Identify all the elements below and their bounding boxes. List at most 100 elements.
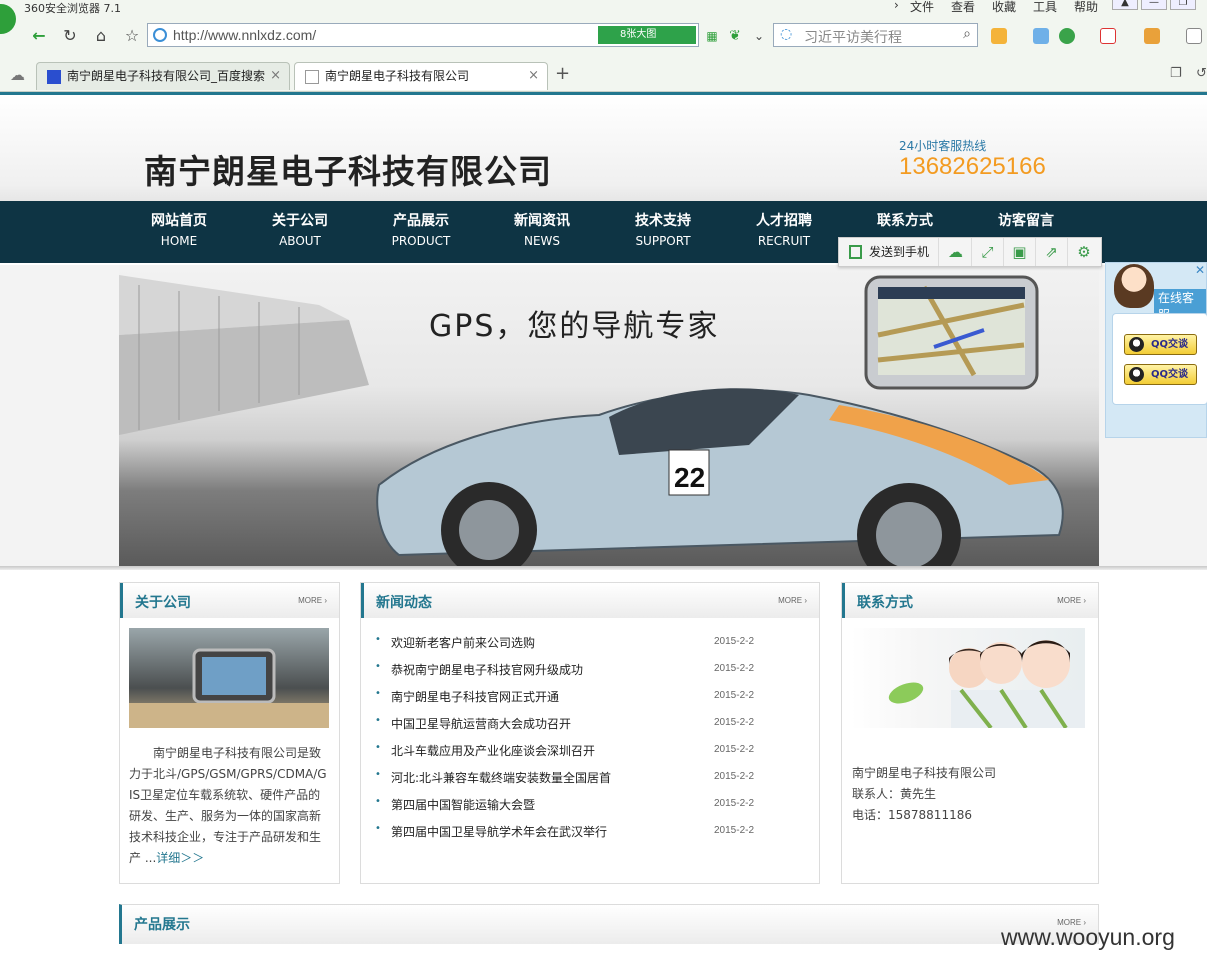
- browser-name: 360安全浏览器 7.1: [24, 2, 121, 15]
- leaf-icon[interactable]: ❦: [723, 25, 747, 47]
- maximize-button[interactable]: ❐: [1170, 0, 1196, 10]
- qq-label: QQ交谈: [1151, 339, 1189, 350]
- nav-about[interactable]: 关于公司 ABOUT: [250, 210, 350, 248]
- nav-news[interactable]: 新闻资讯 NEWS: [492, 210, 592, 248]
- menu-arrow-icon[interactable]: ›: [894, 0, 899, 12]
- news-title[interactable]: 第四届中国卫星导航学术年会在武汉举行: [391, 823, 607, 840]
- menu-file[interactable]: 文件: [910, 0, 934, 15]
- nav-support[interactable]: 技术支持 SUPPORT: [613, 210, 713, 248]
- menu-tools[interactable]: 工具: [1033, 0, 1057, 15]
- news-title[interactable]: 南宁朗星电子科技官网正式开通: [391, 688, 559, 705]
- tab-company-site[interactable]: 南宁朗星电子科技有限公司 ×: [294, 62, 548, 90]
- web-page: 南宁朗星电子科技有限公司 24小时客服热线 13682625166 网站首页 H…: [0, 92, 1207, 967]
- adblock-icon[interactable]: [1100, 28, 1116, 44]
- nav-recruit[interactable]: 人才招聘 RECRUIT: [734, 210, 834, 248]
- search-engine-icon[interactable]: ◌: [780, 26, 792, 42]
- address-bar[interactable]: http://www.nnlxdz.com/ 8张大图: [147, 23, 699, 47]
- more-link[interactable]: MORE ›: [1057, 596, 1086, 605]
- settings-icon[interactable]: ⚙: [1068, 238, 1100, 266]
- nav-contact[interactable]: 联系方式: [855, 210, 955, 234]
- send-label: 发送到手机: [869, 245, 930, 259]
- home-icon[interactable]: ⌂: [89, 25, 113, 47]
- search-icon[interactable]: ⌕: [963, 26, 971, 42]
- news-item[interactable]: • 中国卫星导航运营商大会成功召开 2015-2-2: [375, 715, 765, 742]
- cloud-icon[interactable]: ☁: [10, 66, 25, 84]
- qr-icon[interactable]: ▦: [700, 25, 724, 47]
- skin-button[interactable]: ▲: [1112, 0, 1138, 10]
- news-box-header: 新闻动态 MORE ›: [361, 583, 819, 618]
- share-icon[interactable]: ⇗: [1036, 238, 1068, 266]
- customer-service-photo: [851, 628, 1085, 728]
- news-title[interactable]: 中国卫星导航运营商大会成功召开: [391, 715, 571, 732]
- more-link[interactable]: MORE ›: [778, 596, 807, 605]
- news-item[interactable]: • 第四届中国智能运输大会暨 2015-2-2: [375, 796, 765, 823]
- news-title[interactable]: 恭祝南宁朗星电子科技官网升级成功: [391, 661, 583, 678]
- nav-toolbar: ← ↻ ⌂ ☆ http://www.nnlxdz.com/ 8张大图 ▦ ❦ …: [0, 20, 1207, 52]
- minimize-button[interactable]: —: [1141, 0, 1167, 10]
- url-text[interactable]: http://www.nnlxdz.com/: [173, 27, 316, 43]
- new-tab-icon[interactable]: +: [555, 63, 570, 84]
- menu-view[interactable]: 查看: [951, 0, 975, 15]
- menu-help[interactable]: 帮助: [1074, 0, 1098, 15]
- menu-favorites[interactable]: 收藏: [992, 0, 1016, 15]
- news-item[interactable]: • 南宁朗星电子科技官网正式开通 2015-2-2: [375, 688, 765, 715]
- refresh-icon[interactable]: ↻: [58, 25, 82, 47]
- contact-details: 南宁朗星电子科技有限公司 联系人：黄先生 电话：15878811186: [852, 763, 996, 826]
- news-item[interactable]: • 河北:北斗兼容车载终端安装数量全国居首 2015-2-2: [375, 769, 765, 796]
- close-icon[interactable]: ✕: [1195, 263, 1205, 277]
- news-item[interactable]: • 恭祝南宁朗星电子科技官网升级成功 2015-2-2: [375, 661, 765, 688]
- qq-penguin-icon: [1129, 367, 1144, 382]
- save-icon[interactable]: ▣: [1004, 238, 1036, 266]
- search-box[interactable]: ◌ 习近平访美行程 ⌕: [773, 23, 978, 47]
- nav-sublabel: RECRUIT: [757, 234, 811, 248]
- close-icon[interactable]: ×: [528, 63, 539, 89]
- about-more-link[interactable]: 详细＞＞: [156, 851, 204, 865]
- qq-chat-button[interactable]: QQ交谈: [1124, 364, 1197, 385]
- banner-headline: GPS，您的导航专家: [429, 309, 720, 344]
- extension-icon[interactable]: [1144, 28, 1160, 44]
- news-title[interactable]: 第四届中国智能运输大会暨: [391, 796, 535, 813]
- game-icon[interactable]: [1186, 28, 1202, 44]
- bullet-icon: •: [375, 742, 381, 753]
- search-input[interactable]: 习近平访美行程: [804, 27, 902, 47]
- more-link[interactable]: MORE ›: [298, 596, 327, 605]
- news-title[interactable]: 北斗车载应用及产业化座谈会深圳召开: [391, 742, 595, 759]
- box-title: 联系方式: [857, 595, 913, 611]
- apps-icon[interactable]: [991, 28, 1007, 44]
- nav-product[interactable]: 产品展示 PRODUCT: [371, 210, 471, 248]
- page-globe-icon: [153, 28, 167, 42]
- news-item[interactable]: • 欢迎新老客户前来公司选购 2015-2-2: [375, 634, 765, 661]
- send-to-phone-button[interactable]: 发送到手机: [839, 238, 939, 266]
- news-date: 2015-2-2: [714, 798, 755, 809]
- news-date: 2015-2-2: [714, 825, 755, 836]
- box-title: 产品展示: [134, 917, 190, 933]
- service-avatar: [1114, 264, 1154, 308]
- dropdown-icon[interactable]: ⌄: [747, 25, 771, 47]
- tab-list-icon[interactable]: ❐: [1170, 66, 1182, 81]
- tab-baidu-search[interactable]: 南宁朗星电子科技有限公司_百度搜索 ×: [36, 62, 290, 90]
- news-item[interactable]: • 第四届中国卫星导航学术年会在武汉举行 2015-2-2: [375, 823, 765, 850]
- nav-label: 访客留言: [998, 213, 1054, 229]
- news-date: 2015-2-2: [714, 744, 755, 755]
- nav-label: 人才招聘: [756, 213, 812, 229]
- back-icon[interactable]: ←: [27, 25, 51, 47]
- nav-guestbook[interactable]: 访客留言: [976, 210, 1076, 234]
- restore-icon[interactable]: ↺: [1196, 66, 1207, 81]
- magnifier-icon[interactable]: [1033, 28, 1049, 44]
- nav-home[interactable]: 网站首页 HOME: [129, 210, 229, 248]
- qq-chat-button[interactable]: QQ交谈: [1124, 334, 1197, 355]
- close-icon[interactable]: ×: [270, 63, 281, 89]
- nav-sublabel: HOME: [160, 234, 198, 248]
- news-title[interactable]: 欢迎新老客户前来公司选购: [391, 634, 535, 651]
- news-title[interactable]: 河北:北斗兼容车载终端安装数量全国居首: [391, 769, 611, 786]
- fullscreen-icon[interactable]: ⤢: [972, 238, 1004, 266]
- cloud-icon[interactable]: ☁: [940, 238, 972, 266]
- nav-label: 关于公司: [272, 213, 328, 229]
- products-box-header: 产品展示 MORE ›: [119, 904, 1099, 944]
- star-icon[interactable]: ☆: [120, 25, 144, 47]
- browser-chrome: 360安全浏览器 7.1 › 文件 查看 收藏 工具 帮助 ▲ — ❐ ← ↻ …: [0, 0, 1207, 92]
- news-date: 2015-2-2: [714, 771, 755, 782]
- news-item[interactable]: • 北斗车载应用及产业化座谈会深圳召开 2015-2-2: [375, 742, 765, 769]
- big-images-badge[interactable]: 8张大图: [598, 26, 696, 44]
- shield-icon[interactable]: [1059, 28, 1075, 44]
